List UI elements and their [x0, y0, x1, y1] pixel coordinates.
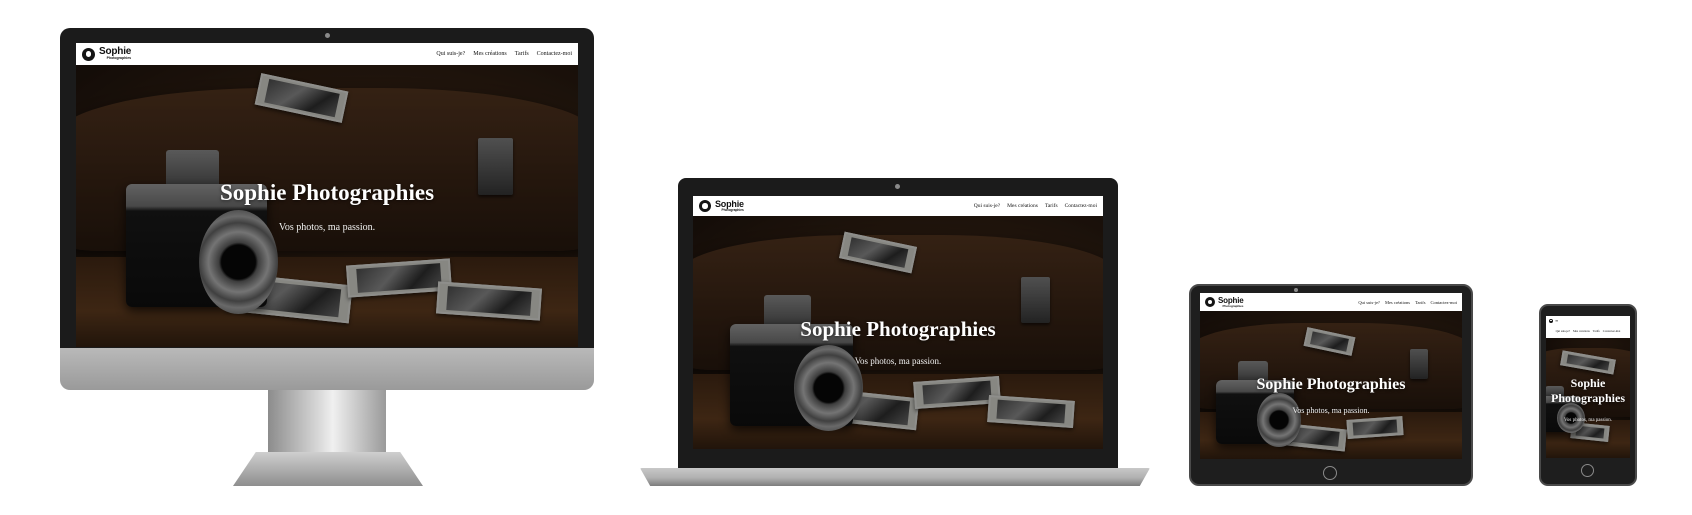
hero-subtitle: Vos photos, ma passion. [278, 222, 376, 233]
phone-screen: ≡ Qui suis-je? Mes créations Tarifs Cont… [1546, 316, 1630, 458]
monitor-camera [325, 33, 330, 38]
nav-link-about[interactable]: Qui suis-je? [1556, 329, 1570, 333]
monitor-stand-base [233, 452, 423, 486]
nav-link-contact[interactable]: Contactez-moi [1431, 300, 1458, 305]
hero-subtitle: Vos photos, ma passion. [854, 356, 942, 366]
hero-banner: Sophie Photographies Vos photos, ma pass… [693, 216, 1103, 449]
aperture-icon [82, 47, 95, 61]
nav-link-pricing[interactable]: Tarifs [1593, 329, 1600, 333]
site-logo[interactable]: Sophie Photographies [82, 47, 131, 61]
phone-home-button[interactable] [1581, 464, 1594, 477]
hero-subtitle: Vos photos, ma passion. [1292, 406, 1370, 415]
site-header: Sophie Photographies Qui suis-je? Mes cr… [1200, 293, 1462, 311]
hero-title: Sophie Photographies [219, 180, 435, 205]
nav-link-about[interactable]: Qui suis-je? [974, 203, 1000, 209]
main-nav: Qui suis-je? Mes créations Tarifs Contac… [1546, 329, 1630, 333]
hero-title: Sophie Photographies [1550, 376, 1625, 405]
logo-sub: Photographies [721, 207, 744, 212]
phone-body: ≡ Qui suis-je? Mes créations Tarifs Cont… [1539, 304, 1637, 486]
nav-link-about[interactable]: Qui suis-je? [1358, 300, 1380, 305]
tablet-screen: Sophie Photographies Qui suis-je? Mes cr… [1200, 293, 1462, 459]
nav-link-contact[interactable]: Contactez-moi [1603, 329, 1621, 333]
monitor-bezel: Sophie Photographies Qui suis-je? Mes cr… [60, 28, 594, 348]
laptop-screen: Sophie Photographies Qui suis-je? Mes cr… [693, 196, 1103, 449]
nav-link-creations[interactable]: Mes créations [473, 51, 507, 57]
nav-link-contact[interactable]: Contactez-moi [537, 51, 572, 57]
hero-banner: Sophie Photographies Vos photos, ma pass… [1200, 311, 1462, 459]
nav-link-contact[interactable]: Contactez-moi [1065, 203, 1097, 209]
site-header: Sophie Photographies Qui suis-je? Mes cr… [693, 196, 1103, 216]
laptop-base [640, 468, 1150, 486]
site-logo[interactable]: Sophie Photographies [1205, 296, 1244, 308]
nav-link-creations[interactable]: Mes créations [1385, 300, 1410, 305]
main-nav: Qui suis-je? Mes créations Tarifs Contac… [974, 203, 1097, 209]
nav-link-pricing[interactable]: Tarifs [1045, 203, 1058, 209]
main-nav: Qui suis-je? Mes créations Tarifs Contac… [436, 51, 572, 57]
logo-sub: Photographies [1222, 303, 1244, 308]
laptop-lid: Sophie Photographies Qui suis-je? Mes cr… [678, 178, 1118, 468]
hero-title: Sophie Photographies [800, 317, 996, 341]
hero-title: Sophie Photographies [1256, 376, 1406, 393]
monitor-stand-neck [268, 390, 386, 456]
menu-lines: ≡ [1555, 318, 1559, 323]
tablet-home-button[interactable] [1323, 466, 1337, 480]
monitor-chin [60, 348, 594, 390]
nav-link-pricing[interactable]: Tarifs [515, 51, 529, 57]
main-nav: Qui suis-je? Mes créations Tarifs Contac… [1358, 300, 1457, 305]
aperture-icon [1205, 297, 1215, 307]
site-header: ≡ Qui suis-je? Mes créations Tarifs Cont… [1546, 316, 1630, 338]
nav-link-pricing[interactable]: Tarifs [1415, 300, 1425, 305]
hero-subtitle: Vos photos, ma passion. [1563, 418, 1613, 423]
aperture-icon [699, 199, 711, 212]
site-header: Sophie Photographies Qui suis-je? Mes cr… [76, 43, 578, 65]
hero-banner: Sophie Photographies Vos photos, ma pass… [76, 65, 578, 347]
logo-sub: Photographies [106, 56, 132, 61]
tablet-camera [1294, 288, 1298, 292]
nav-link-creations[interactable]: Mes créations [1573, 329, 1590, 333]
hero-banner: Sophie Photographies Vos photos, ma pass… [1546, 338, 1630, 458]
hamburger-menu-icon[interactable]: ≡ [1549, 318, 1558, 323]
aperture-icon [1549, 318, 1553, 323]
nav-link-creations[interactable]: Mes créations [1007, 203, 1038, 209]
laptop-camera [895, 184, 900, 189]
desktop-screen: Sophie Photographies Qui suis-je? Mes cr… [76, 43, 578, 347]
site-logo[interactable]: Sophie Photographies [699, 199, 744, 212]
tablet-body: Sophie Photographies Qui suis-je? Mes cr… [1189, 284, 1473, 486]
nav-link-about[interactable]: Qui suis-je? [436, 51, 465, 57]
